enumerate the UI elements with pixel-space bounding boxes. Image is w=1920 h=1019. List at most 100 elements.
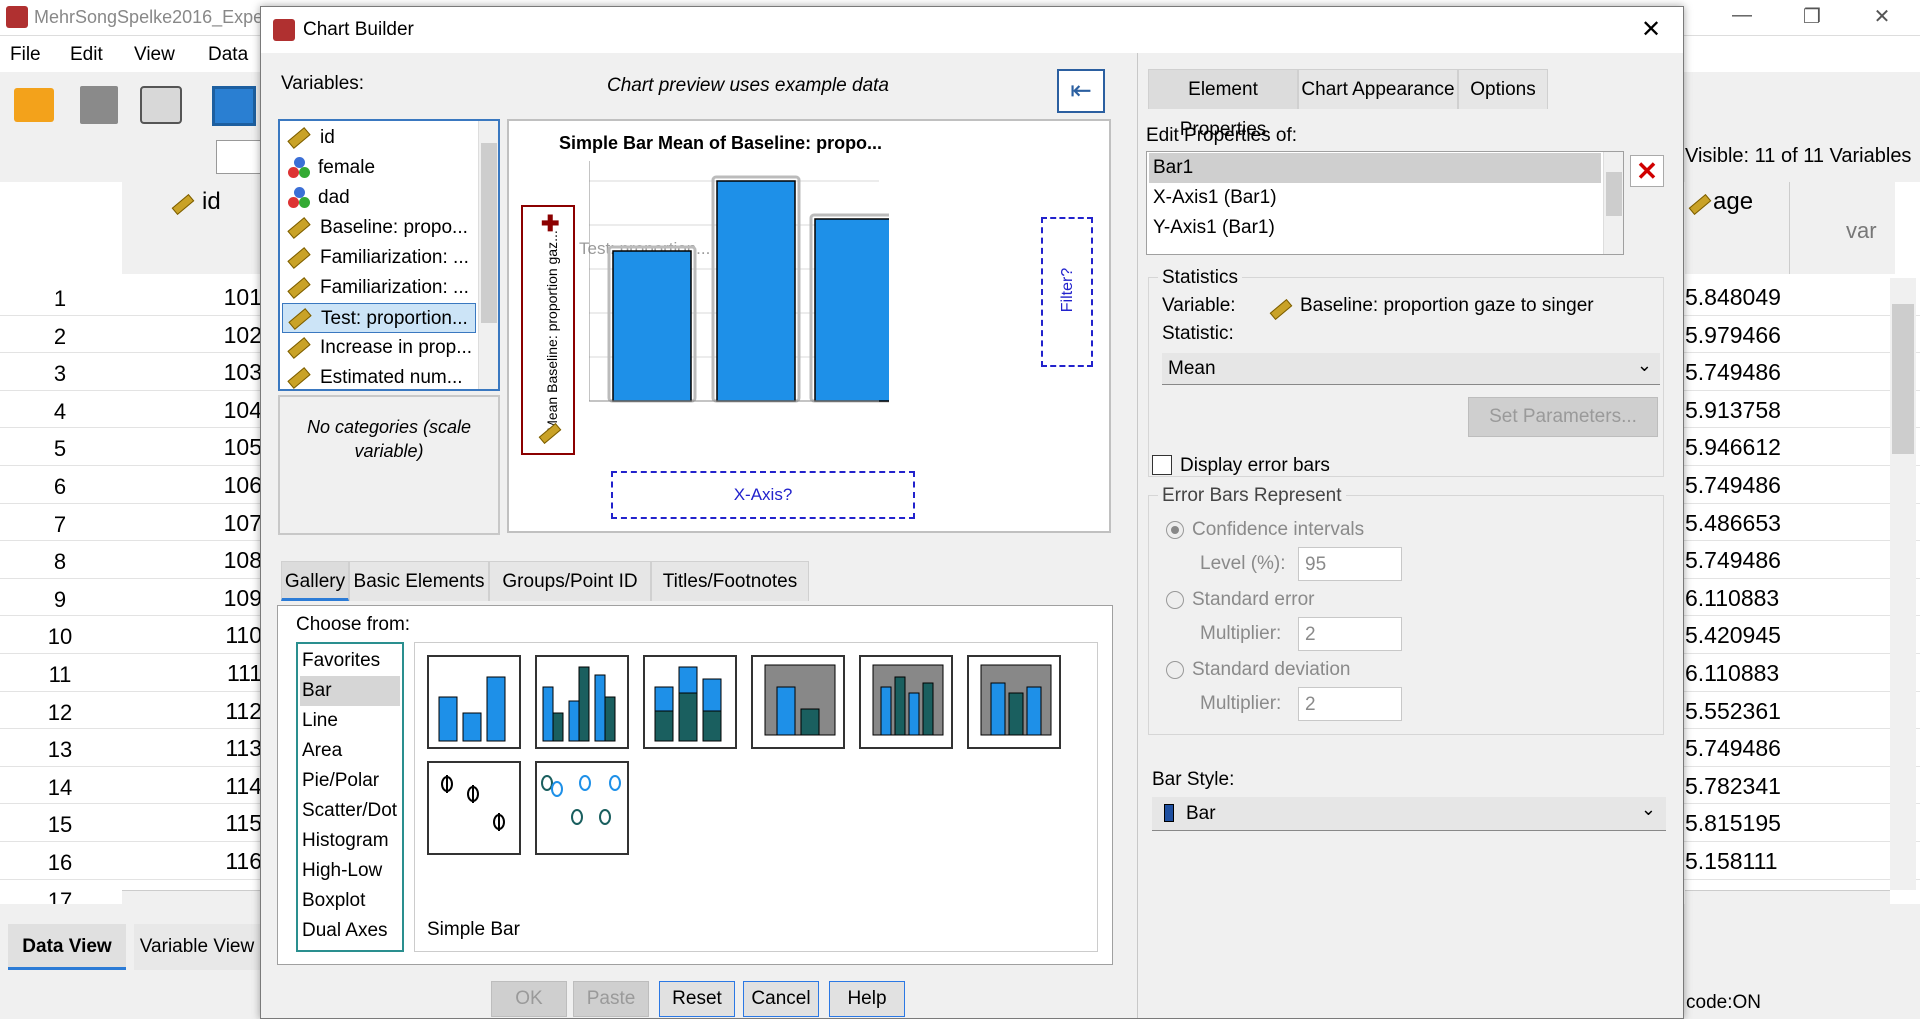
id-cell[interactable]: 108 bbox=[122, 547, 262, 574]
y-axis-dropzone[interactable]: ✚ Mean Baseline: proportion gaz... bbox=[521, 205, 575, 455]
set-parameters-button[interactable]: Set Parameters... bbox=[1468, 397, 1658, 437]
age-cell[interactable]: 5.815195 bbox=[1685, 810, 1790, 837]
stacked-bar-thumb[interactable] bbox=[643, 655, 737, 749]
variable-item[interactable]: Baseline: propo... bbox=[287, 213, 468, 243]
variables-list[interactable]: id female dad Baseline: propo... Familiariza… bbox=[278, 119, 500, 391]
elements-scrollbar[interactable] bbox=[1603, 152, 1623, 254]
menu-edit[interactable]: Edit bbox=[70, 44, 103, 66]
variable-item[interactable]: dad bbox=[288, 183, 350, 213]
age-cell[interactable]: 5.749486 bbox=[1685, 472, 1790, 499]
id-cell[interactable]: 111 bbox=[122, 660, 262, 687]
gallery-tab[interactable]: Groups/Point ID bbox=[489, 561, 651, 601]
display-error-bars-checkbox[interactable] bbox=[1152, 455, 1172, 475]
age-cell[interactable]: 5.848049 bbox=[1685, 284, 1790, 311]
chart-type-item[interactable]: Boxplot bbox=[300, 886, 400, 916]
cell-editor-input[interactable] bbox=[216, 140, 266, 174]
3d-stacked-bar-thumb[interactable] bbox=[967, 655, 1061, 749]
gallery-tab[interactable]: Titles/Footnotes bbox=[651, 561, 809, 601]
gallery-tab[interactable]: Basic Elements bbox=[349, 561, 489, 601]
variable-item[interactable]: Familiarization: ... bbox=[287, 273, 469, 303]
menu-view[interactable]: View bbox=[134, 44, 175, 66]
cancel-button[interactable]: Cancel bbox=[743, 981, 819, 1017]
chart-canvas[interactable]: Simple Bar Mean of Baseline: propo... ✚ … bbox=[507, 119, 1111, 533]
sd-radio[interactable] bbox=[1166, 661, 1184, 679]
scroll-thumb[interactable] bbox=[1892, 304, 1914, 454]
variables-scrollbar[interactable] bbox=[478, 121, 498, 389]
id-cell[interactable]: 104 bbox=[122, 397, 262, 424]
variable-item[interactable]: Increase in prop... bbox=[287, 333, 472, 363]
variable-item[interactable]: female bbox=[288, 153, 375, 183]
scroll-thumb[interactable] bbox=[1606, 172, 1622, 216]
tab-variable-view[interactable]: Variable View bbox=[134, 924, 260, 970]
chart-type-item[interactable]: High-Low bbox=[300, 856, 400, 886]
collapse-pane-icon[interactable]: ⇤ bbox=[1057, 69, 1105, 113]
close-icon[interactable]: ✕ bbox=[1852, 4, 1912, 32]
help-button[interactable]: Help bbox=[829, 981, 905, 1017]
age-cell[interactable]: 5.552361 bbox=[1685, 698, 1790, 725]
element-item[interactable]: Bar1 bbox=[1149, 153, 1601, 183]
id-cell[interactable]: 114 bbox=[122, 773, 262, 800]
age-cell[interactable]: 6.110883 bbox=[1685, 585, 1790, 612]
age-cell[interactable]: 5.486653 bbox=[1685, 510, 1790, 537]
simple-error-bar-thumb[interactable] bbox=[427, 761, 521, 855]
id-cell[interactable]: 116 bbox=[122, 848, 262, 875]
sd-multiplier-input[interactable]: 2 bbox=[1298, 687, 1402, 721]
age-cell[interactable]: 5.420945 bbox=[1685, 622, 1790, 649]
filter-dropzone[interactable]: Filter? bbox=[1041, 217, 1093, 367]
age-cell[interactable]: 5.158111 bbox=[1685, 848, 1790, 875]
chart-type-item[interactable]: Area bbox=[300, 736, 400, 766]
scroll-thumb[interactable] bbox=[481, 143, 497, 323]
variable-item[interactable]: Estimated num... bbox=[287, 363, 463, 393]
chart-type-item[interactable]: Dual Axes bbox=[300, 916, 400, 946]
age-cell[interactable]: 5.749486 bbox=[1685, 735, 1790, 762]
variable-item[interactable]: Familiarization: ... bbox=[287, 243, 469, 273]
minimize-icon[interactable]: — bbox=[1712, 4, 1772, 32]
ci-radio[interactable] bbox=[1166, 521, 1184, 539]
reset-button[interactable]: Reset bbox=[659, 981, 735, 1017]
chart-type-item[interactable]: Pie/Polar bbox=[300, 766, 400, 796]
vertical-scrollbar[interactable] bbox=[1890, 278, 1916, 890]
clustered-error-bar-thumb[interactable] bbox=[535, 761, 629, 855]
id-cell[interactable]: 113 bbox=[122, 735, 262, 762]
tab-data-view[interactable]: Data View bbox=[8, 924, 126, 970]
id-cell[interactable]: 107 bbox=[122, 510, 262, 537]
ok-button[interactable]: OK bbox=[491, 981, 567, 1017]
age-cell[interactable]: 5.749486 bbox=[1685, 359, 1790, 386]
3d-simple-bar-thumb[interactable] bbox=[751, 655, 845, 749]
element-item[interactable]: Y-Axis1 (Bar1) bbox=[1149, 213, 1601, 243]
menu-data[interactable]: Data bbox=[208, 44, 248, 66]
dialog-close-icon[interactable]: ✕ bbox=[1641, 15, 1661, 44]
variable-item[interactable]: id bbox=[287, 123, 335, 153]
age-cell[interactable]: 6.110883 bbox=[1685, 660, 1790, 687]
chart-type-item[interactable]: Bar bbox=[300, 676, 400, 706]
clustered-bar-thumb[interactable] bbox=[535, 655, 629, 749]
gallery-tab[interactable]: Gallery bbox=[281, 561, 349, 601]
print-icon[interactable] bbox=[140, 86, 182, 124]
id-cell[interactable]: 103 bbox=[122, 359, 262, 386]
simple-bar-thumb[interactable] bbox=[427, 655, 521, 749]
variable-item[interactable]: Test: proportion... bbox=[282, 303, 476, 333]
id-cell[interactable]: 112 bbox=[122, 698, 262, 725]
chart-type-item[interactable]: Line bbox=[300, 706, 400, 736]
age-cell[interactable]: 5.979466 bbox=[1685, 322, 1790, 349]
id-cell[interactable]: 105 bbox=[122, 434, 262, 461]
chart-type-item[interactable]: Histogram bbox=[300, 826, 400, 856]
save-icon[interactable] bbox=[80, 86, 118, 124]
se-multiplier-input[interactable]: 2 bbox=[1298, 617, 1402, 651]
id-cell[interactable]: 101 bbox=[122, 284, 262, 311]
delete-element-icon[interactable]: ✕ bbox=[1630, 155, 1664, 187]
properties-tab[interactable]: Options bbox=[1458, 69, 1548, 109]
id-cell[interactable]: 102 bbox=[122, 322, 262, 349]
elements-list[interactable]: Bar1 X-Axis1 (Bar1) Y-Axis1 (Bar1) bbox=[1146, 151, 1624, 255]
id-cell[interactable]: 109 bbox=[122, 585, 262, 612]
bar-style-dropdown[interactable]: Bar ⌄ bbox=[1152, 797, 1666, 831]
age-cell[interactable]: 5.946612 bbox=[1685, 434, 1790, 461]
se-radio[interactable] bbox=[1166, 591, 1184, 609]
restore-icon[interactable]: ❐ bbox=[1782, 4, 1842, 32]
level-input[interactable]: 95 bbox=[1298, 547, 1402, 581]
age-cell[interactable]: 5.749486 bbox=[1685, 547, 1790, 574]
x-axis-dropzone[interactable]: X-Axis? bbox=[611, 471, 915, 519]
age-cell[interactable]: 5.782341 bbox=[1685, 773, 1790, 800]
statistic-dropdown[interactable]: Mean ⌄ bbox=[1162, 353, 1660, 385]
chart-type-list[interactable]: Favorites Bar Line Area Pie/Polar Scatter/Dot… bbox=[296, 642, 404, 952]
